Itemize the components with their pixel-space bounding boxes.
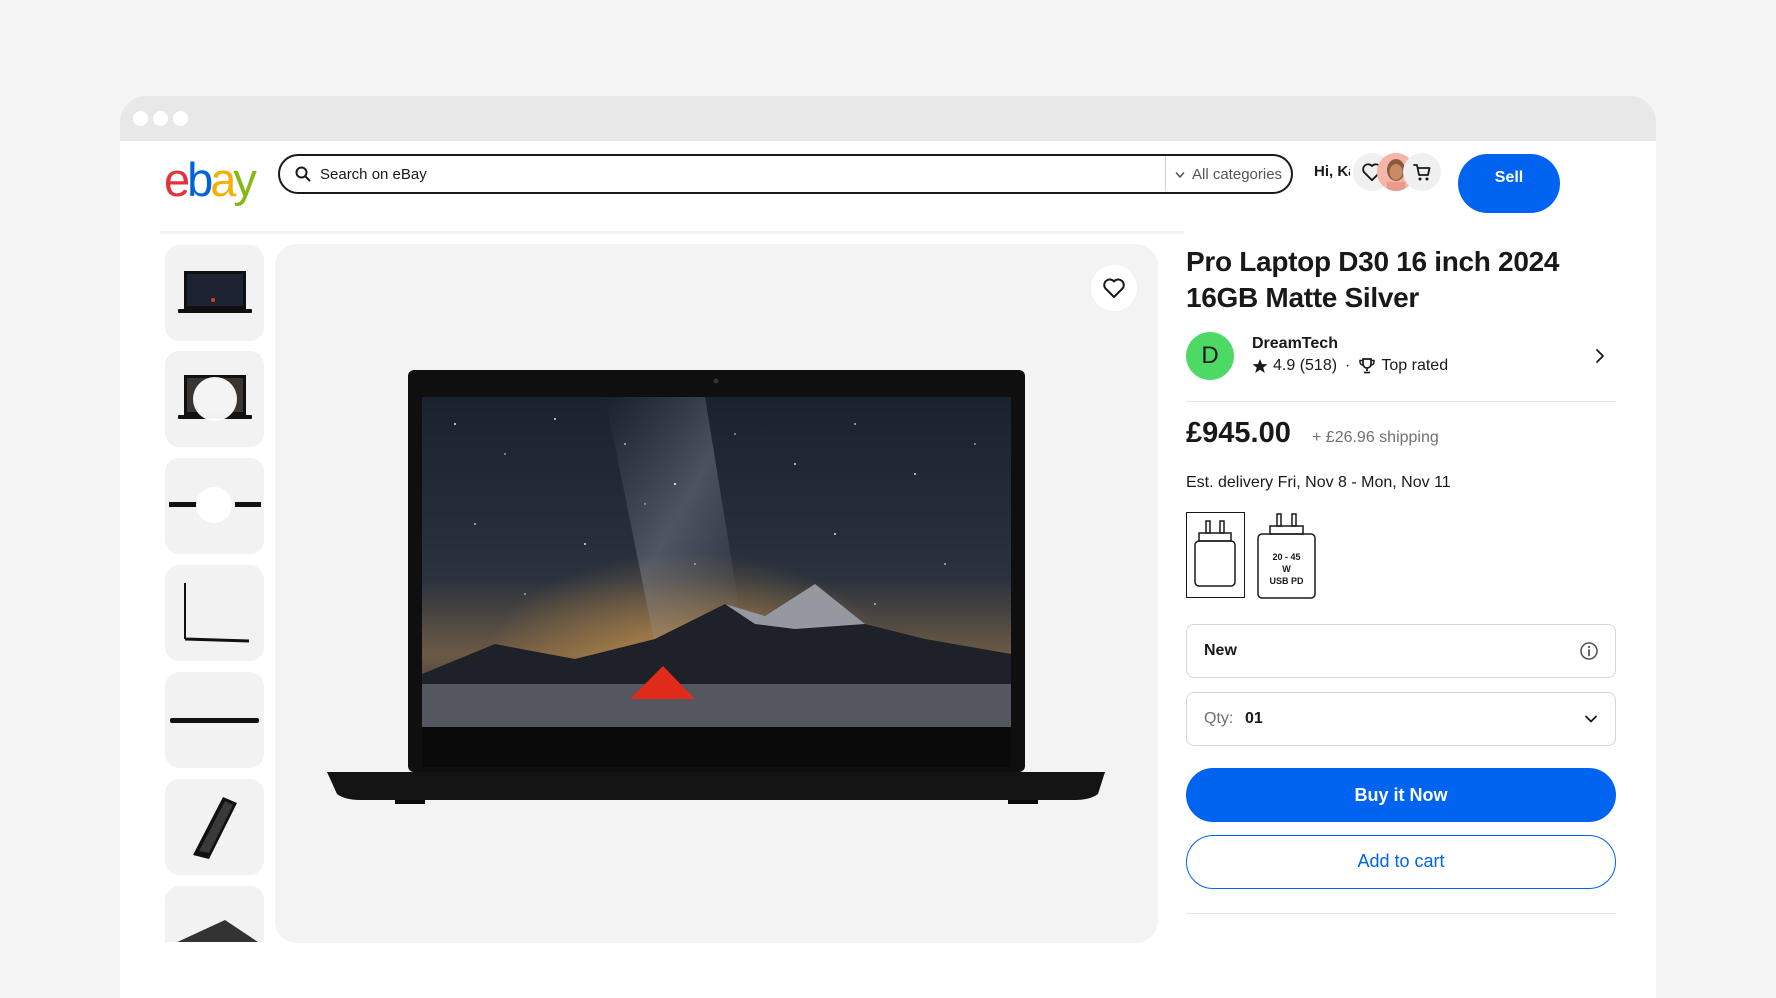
info-icon[interactable] <box>1579 641 1599 661</box>
window-dot[interactable] <box>153 111 168 126</box>
thumbnail-video[interactable] <box>165 351 264 447</box>
side-thumb-image <box>184 583 250 643</box>
qty-label: Qty: <box>1204 710 1234 727</box>
thumbnail-back[interactable] <box>165 886 264 942</box>
angled-thumb-image <box>193 797 237 859</box>
charger-spec-icon: 20 - 45 W USB PD <box>1256 512 1316 599</box>
heart-icon <box>1103 278 1125 298</box>
thumbnail-360[interactable] <box>165 458 264 554</box>
seller-rating: 4.9 (518) <box>1273 357 1338 374</box>
seller-badge: Top rated <box>1381 357 1449 374</box>
buy-it-now-button[interactable]: Buy it Now <box>1186 768 1616 822</box>
section-divider <box>1186 913 1616 914</box>
seller-card[interactable]: D DreamTech 4.9 (518) · Top rated <box>1186 332 1616 402</box>
product-details: Pro Laptop D30 16 inch 2024 16GB Matte S… <box>1186 244 1616 914</box>
cart-icon <box>1413 164 1431 181</box>
star-icon <box>1252 359 1268 373</box>
window-dot[interactable] <box>173 111 188 126</box>
delivery-estimate: Est. delivery Fri, Nov 8 - Mon, Nov 11 <box>1186 474 1451 491</box>
back-thumb-image <box>177 920 258 942</box>
laptop-thumb-image <box>178 271 252 313</box>
sell-button[interactable]: Sell <box>1458 154 1560 213</box>
seller-meta: 4.9 (518) · Top rated <box>1252 357 1448 375</box>
chevron-down-icon <box>1175 171 1185 178</box>
condition-field[interactable]: New <box>1186 624 1616 678</box>
category-select[interactable]: All categories <box>1174 166 1282 183</box>
main-product-image[interactable] <box>275 244 1158 943</box>
chevron-right-icon[interactable] <box>1594 348 1606 364</box>
charger-spec-label: 20 - 45 W USB PD <box>1269 552 1304 586</box>
search-input[interactable]: Search on eBay <box>320 166 427 183</box>
product-title: Pro Laptop D30 16 inch 2024 16GB Matte S… <box>1186 246 1560 313</box>
360-thumb-image <box>169 487 261 523</box>
search-bar[interactable]: Search on eBay All categories <box>278 154 1293 194</box>
header-divider <box>160 231 1184 234</box>
category-label: All categories <box>1192 166 1283 183</box>
meta-separator: · <box>1345 357 1351 374</box>
price: £945.00 <box>1186 417 1291 449</box>
cart-button[interactable] <box>1403 153 1441 191</box>
add-to-cart-button[interactable]: Add to cart <box>1186 835 1616 889</box>
browser-titlebar <box>120 96 1656 141</box>
quantity-select[interactable]: Qty: 01 <box>1186 692 1616 746</box>
user-greeting[interactable]: Hi, Ka <box>1314 163 1350 180</box>
thumbnail-closed[interactable] <box>165 672 264 768</box>
seller-avatar: D <box>1186 332 1234 380</box>
thumbnail-angled[interactable] <box>165 779 264 875</box>
thumbnail-side[interactable] <box>165 565 264 661</box>
search-divider <box>1165 156 1166 191</box>
chevron-down-icon <box>1585 715 1597 723</box>
qty-value: 01 <box>1245 710 1263 727</box>
search-icon <box>295 166 311 182</box>
video-thumb-image <box>178 375 252 421</box>
trophy-icon <box>1359 358 1376 374</box>
seller-name[interactable]: DreamTech <box>1252 335 1338 353</box>
condition-value: New <box>1204 642 1237 659</box>
thumbnail-laptop-front[interactable] <box>165 245 264 341</box>
browser-window: ebay Search on eBay All categories Hi, K… <box>120 96 1656 998</box>
favorite-button[interactable] <box>1091 265 1137 311</box>
closed-thumb-image <box>170 718 259 723</box>
ebay-logo[interactable]: ebay <box>164 156 257 203</box>
shipping-cost: + £26.96 shipping <box>1312 429 1439 446</box>
window-dot[interactable] <box>133 111 148 126</box>
charger-not-included-icon <box>1186 512 1245 598</box>
site-header: ebay Search on eBay All categories Hi, K… <box>120 141 1656 231</box>
laptop-main-image <box>327 370 1105 804</box>
thumbnail-list <box>165 245 264 942</box>
